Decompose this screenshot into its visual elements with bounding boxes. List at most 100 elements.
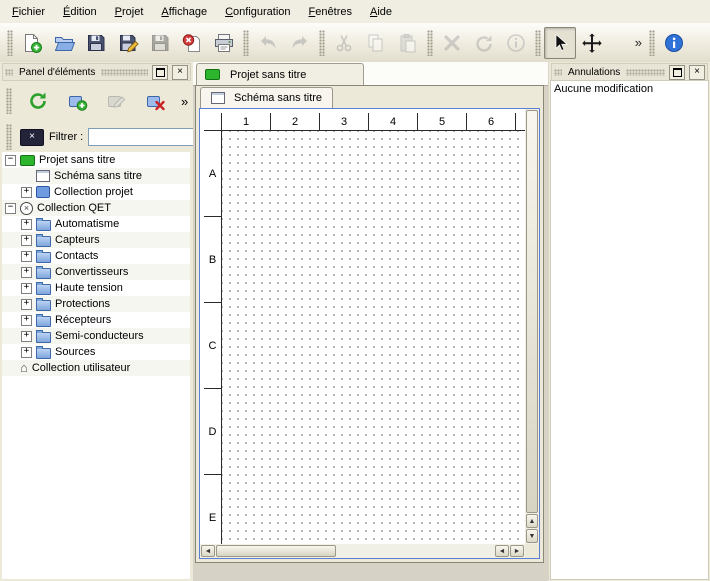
print-button[interactable] [208, 27, 240, 59]
new-project-button[interactable] [16, 27, 48, 59]
tree-item-label: Sources [55, 346, 95, 358]
diagram-canvas[interactable] [222, 131, 525, 544]
save-all-button[interactable] [144, 27, 176, 59]
close-file-button[interactable] [176, 27, 208, 59]
menu-fichier[interactable]: Fichier [4, 3, 53, 21]
cut-button[interactable] [328, 27, 360, 59]
pan-mode-button[interactable] [576, 27, 608, 59]
toolbar-drag-handle[interactable] [6, 124, 12, 150]
select-mode-button[interactable] [544, 27, 576, 59]
row-label: C [204, 303, 221, 389]
menu-aide[interactable]: Aide [362, 3, 400, 21]
tree-item-collection-projet[interactable]: + Collection projet [2, 184, 190, 200]
menu-fenetres[interactable]: Fenêtres [301, 3, 360, 21]
float-dock-button[interactable] [152, 65, 168, 80]
menu-affichage[interactable]: Affichage [153, 3, 215, 21]
tree-item-collection-qet[interactable]: − × Collection QET [2, 200, 190, 216]
tree-item-semi-conducteurs[interactable]: + Semi-conducteurs [2, 328, 190, 344]
dock-grip[interactable] [554, 69, 562, 76]
toolbar-overflow-button[interactable]: » [631, 35, 646, 50]
expand-icon[interactable]: + [21, 267, 32, 278]
tree-item-contacts[interactable]: + Contacts [2, 248, 190, 264]
expand-icon[interactable]: + [21, 219, 32, 230]
expand-icon[interactable]: + [21, 347, 32, 358]
open-project-button[interactable] [48, 27, 80, 59]
float-dock-button[interactable] [669, 65, 685, 80]
scroll-right-step-button[interactable]: ► [510, 545, 524, 557]
elements-panel-titlebar[interactable]: Panel d'éléments × [2, 63, 191, 81]
collapse-icon[interactable]: − [5, 155, 16, 166]
undo-list-item[interactable]: Aucune modification [551, 81, 708, 98]
tree-item-project[interactable]: − Projet sans titre [2, 152, 190, 168]
horizontal-scrollbar[interactable]: ◄ ◄ ► [200, 544, 525, 558]
redo-button[interactable] [284, 27, 316, 59]
expand-icon[interactable]: + [21, 251, 32, 262]
menu-configuration[interactable]: Configuration [217, 3, 298, 21]
vertical-scrollbar[interactable]: ▲ ▼ [525, 109, 539, 544]
panel-toolbar-overflow-button[interactable]: » [178, 94, 191, 109]
expand-icon[interactable]: + [21, 331, 32, 342]
scroll-left-step-button[interactable]: ◄ [495, 545, 509, 557]
tree-item-recepteurs[interactable]: + Récepteurs [2, 312, 190, 328]
toolbar-drag-handle[interactable] [6, 88, 12, 114]
diagram-editor: 1 2 3 4 5 6 A B C D E [199, 108, 540, 559]
rotate-icon [473, 32, 495, 54]
clear-filter-button[interactable]: × [20, 129, 44, 146]
expand-icon[interactable]: + [21, 315, 32, 326]
horizontal-scrollbar-track[interactable] [337, 545, 494, 557]
dock-grip[interactable] [101, 69, 148, 76]
scroll-left-button[interactable]: ◄ [201, 545, 215, 557]
toolbar-drag-handle[interactable] [649, 30, 655, 56]
menu-projet[interactable]: Projet [107, 3, 152, 21]
folder-icon [36, 252, 51, 263]
tree-item-sources[interactable]: + Sources [2, 344, 190, 360]
undo-panel-titlebar[interactable]: Annulations × [551, 63, 708, 81]
tree-item-label: Capteurs [55, 234, 100, 246]
tree-item-automatisme[interactable]: + Automatisme [2, 216, 190, 232]
tree-item-label: Convertisseurs [55, 266, 128, 278]
reload-collections-button[interactable] [22, 85, 54, 117]
vertical-scrollbar-thumb[interactable] [526, 110, 538, 513]
expand-icon[interactable]: + [21, 283, 32, 294]
expand-icon[interactable]: + [21, 187, 32, 198]
horizontal-scrollbar-thumb[interactable] [216, 545, 336, 557]
toolbar-drag-handle[interactable] [535, 30, 541, 56]
edit-element-button[interactable] [100, 85, 132, 117]
tab-projet-sans-titre[interactable]: Projet sans titre [196, 63, 364, 85]
menu-edition[interactable]: Édition [55, 3, 105, 21]
tree-item-collection-utilisateur[interactable]: ⌂ Collection utilisateur [2, 360, 190, 376]
tab-schema-sans-titre[interactable]: Schéma sans titre [200, 87, 333, 108]
scroll-down-button[interactable]: ▼ [526, 529, 538, 543]
save-button[interactable] [80, 27, 112, 59]
expand-icon[interactable]: + [21, 299, 32, 310]
about-button[interactable] [658, 27, 690, 59]
delete-button[interactable] [436, 27, 468, 59]
scroll-up-button[interactable]: ▲ [526, 514, 538, 528]
toolbar-drag-handle[interactable] [427, 30, 433, 56]
copy-button[interactable] [360, 27, 392, 59]
tree-item-protections[interactable]: + Protections [2, 296, 190, 312]
paste-button[interactable] [392, 27, 424, 59]
tree-item-haute-tension[interactable]: + Haute tension [2, 280, 190, 296]
tree-item-convertisseurs[interactable]: + Convertisseurs [2, 264, 190, 280]
collapse-icon[interactable]: − [5, 203, 16, 214]
undo-button[interactable] [252, 27, 284, 59]
tree-item-schema[interactable]: Schéma sans titre [2, 168, 190, 184]
new-element-button[interactable] [61, 85, 93, 117]
rotate-button[interactable] [468, 27, 500, 59]
tree-item-capteurs[interactable]: + Capteurs [2, 232, 190, 248]
row-label: B [204, 217, 221, 303]
toolbar-drag-handle[interactable] [319, 30, 325, 56]
folder-icon [36, 268, 51, 279]
delete-element-button[interactable] [139, 85, 171, 117]
save-as-button[interactable] [112, 27, 144, 59]
dock-grip[interactable] [626, 69, 665, 76]
close-dock-button[interactable]: × [689, 65, 705, 80]
toolbar-drag-handle[interactable] [243, 30, 249, 56]
folder-icon [36, 300, 51, 311]
dock-grip[interactable] [5, 69, 13, 76]
close-dock-button[interactable]: × [172, 65, 188, 80]
properties-button[interactable] [500, 27, 532, 59]
toolbar-drag-handle[interactable] [7, 30, 13, 56]
expand-icon[interactable]: + [21, 235, 32, 246]
